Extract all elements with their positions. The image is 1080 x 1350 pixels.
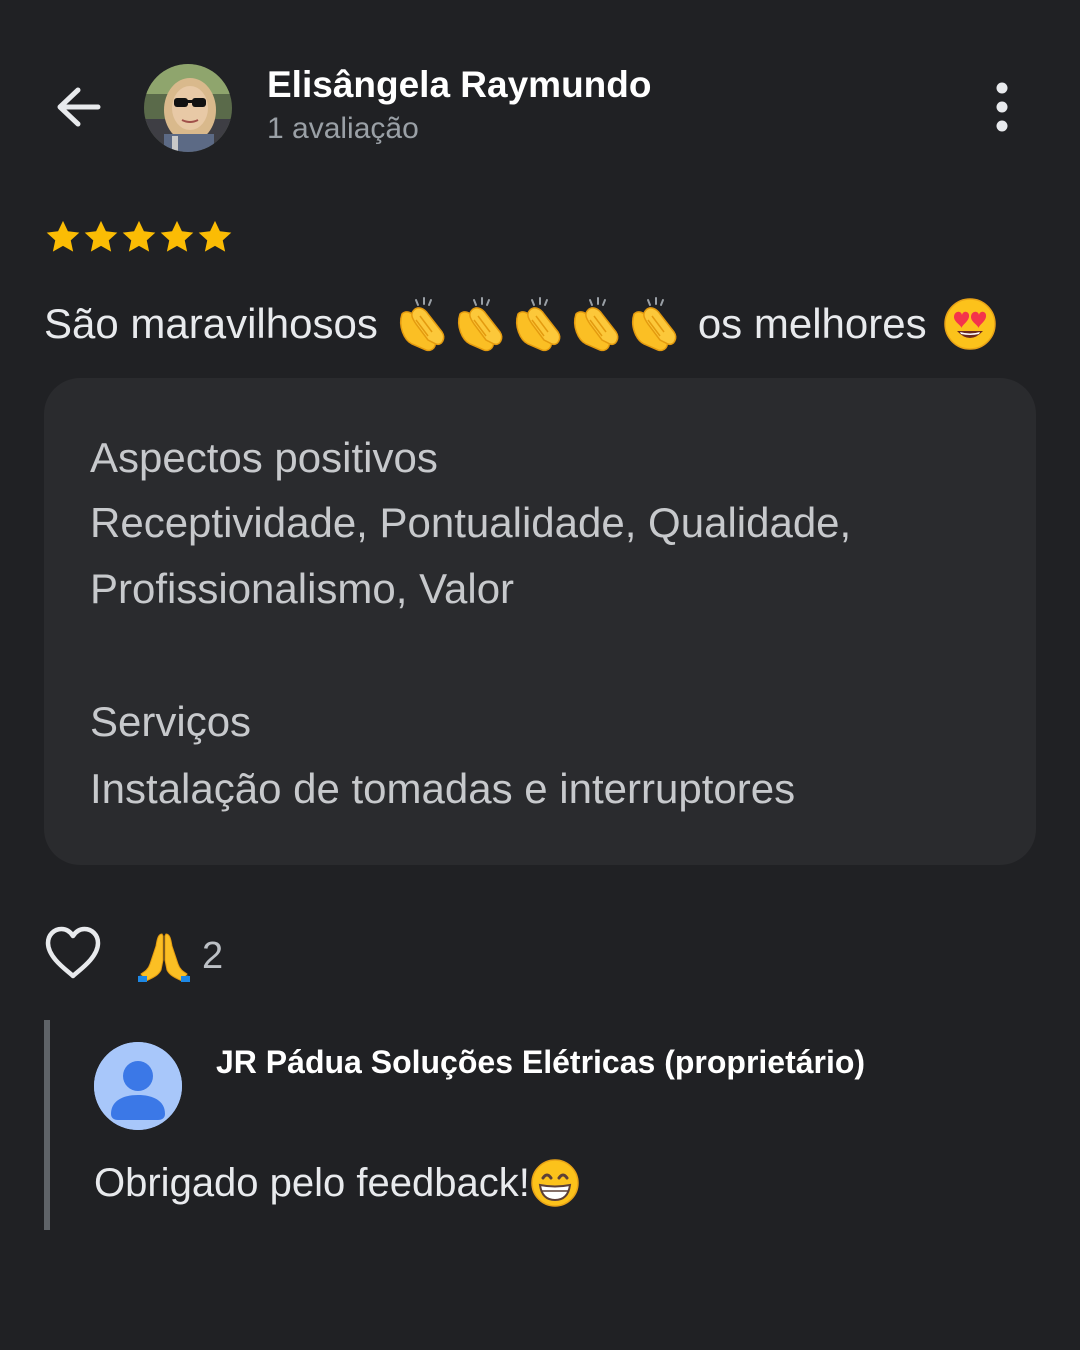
clapping-hands-emoji-icon <box>631 297 677 352</box>
positive-aspects-line-1: Receptividade, Pontualidade, Qualidade, <box>90 499 852 546</box>
review-header: Elisângela Raymundo 1 avaliação <box>0 0 1080 200</box>
owner-avatar <box>94 1042 182 1130</box>
more-options-button[interactable] <box>984 80 1020 136</box>
review-text-end: os melhores <box>697 300 927 347</box>
heart-eyes-emoji-icon <box>943 298 996 350</box>
review-details-card: Aspectos positivos Receptividade, Pontua… <box>44 378 1036 865</box>
clapping-hands-emoji-row <box>394 296 684 352</box>
owner-name: JR Pádua Soluções Elétricas (proprietári… <box>216 1044 866 1080</box>
positive-aspects-heading: Aspectos positivos <box>90 434 438 481</box>
like-button[interactable] <box>44 926 102 980</box>
review-text-start: São maravilhosos <box>44 300 378 347</box>
star-rating <box>44 218 234 258</box>
clapping-hands-emoji-icon <box>573 297 619 352</box>
clapping-hands-emoji-icon <box>399 297 445 352</box>
reaction-chip[interactable]: 2 <box>138 928 223 984</box>
star-icon <box>46 220 80 252</box>
star-icon <box>198 220 232 252</box>
reviewer-review-count: 1 avaliação <box>267 112 419 145</box>
services-line-1: Instalação de tomadas e interruptores <box>90 765 796 812</box>
reviewer-photo <box>144 64 232 152</box>
grinning-face-emoji-icon <box>531 1159 579 1207</box>
reply-divider <box>44 1020 50 1230</box>
star-icon <box>160 220 194 252</box>
folded-hands-emoji-icon <box>138 933 190 982</box>
positive-aspects-line-2: Profissionalismo, Valor <box>90 565 515 612</box>
person-icon <box>94 1042 182 1130</box>
more-vert-icon <box>996 82 1008 132</box>
reaction-count: 2 <box>202 934 224 977</box>
heart-outline-icon <box>45 926 101 979</box>
reviewer-name[interactable]: Elisângela Raymundo <box>267 64 652 106</box>
services-heading: Serviços <box>90 698 252 745</box>
review-text: São maravilhosos os melhores <box>44 296 997 352</box>
owner-reply-text: Obrigado pelo feedback! <box>94 1158 580 1208</box>
clapping-hands-emoji-icon <box>515 297 561 352</box>
star-icon <box>84 220 118 252</box>
reviewer-avatar[interactable] <box>144 64 232 152</box>
owner-reply-message: Obrigado pelo feedback! <box>94 1160 530 1205</box>
clapping-hands-emoji-icon <box>457 297 503 352</box>
back-button[interactable] <box>46 76 110 140</box>
star-icon <box>122 220 156 252</box>
arrow-back-icon <box>57 87 101 127</box>
